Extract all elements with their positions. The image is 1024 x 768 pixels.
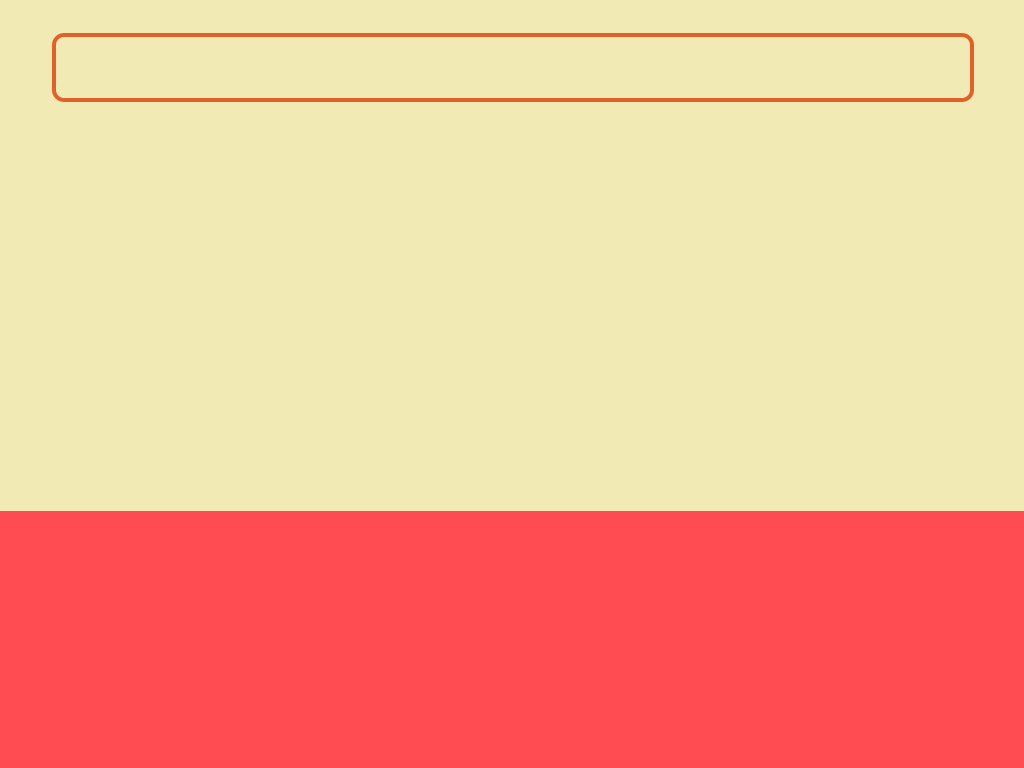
app-screen bbox=[0, 0, 1024, 768]
bottom-panel bbox=[0, 511, 1024, 768]
content-area bbox=[0, 0, 1024, 511]
text-input-field[interactable] bbox=[52, 33, 974, 102]
